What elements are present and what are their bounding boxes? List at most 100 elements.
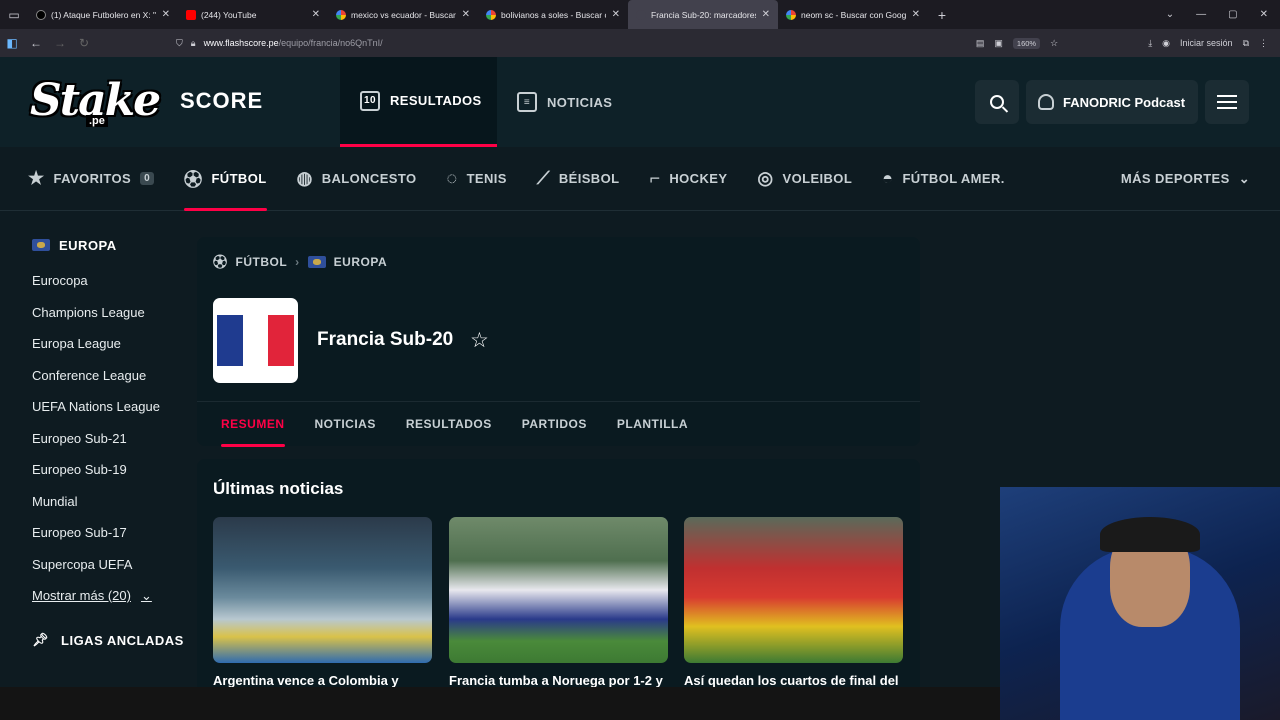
team-tabs: RESUMEN NOTICIAS RESULTADOS PARTIDOS PLA… bbox=[197, 401, 920, 447]
sidebar-item[interactable]: Champions League bbox=[32, 297, 192, 329]
more-menu-icon[interactable]: ⋮ bbox=[1259, 38, 1268, 49]
browser-tab[interactable]: mexico vs ecuador - Buscar con ✕ bbox=[328, 0, 478, 29]
sport-favorites[interactable]: ★ FAVORITOS 0 bbox=[0, 147, 169, 211]
sidebar-item[interactable]: Europeo Sub-17 bbox=[32, 517, 192, 549]
minimize-icon[interactable]: — bbox=[1196, 9, 1206, 20]
hamburger-menu-button[interactable] bbox=[1205, 80, 1249, 124]
new-tab-icon[interactable]: + bbox=[928, 7, 956, 23]
news-heading: Últimas noticias bbox=[213, 479, 344, 498]
user-button[interactable]: FANODRIC Podcast bbox=[1026, 80, 1198, 124]
extensions-icon[interactable]: ⧉ bbox=[1243, 38, 1249, 49]
sidebar-item[interactable]: Supercopa UEFA bbox=[32, 549, 192, 581]
lock-icon[interactable]: 🔒︎ bbox=[191, 38, 196, 49]
tab-fixtures[interactable]: PARTIDOS bbox=[522, 402, 587, 447]
sidebar-item[interactable]: Conference League bbox=[32, 360, 192, 392]
sport-volleyball[interactable]: ◎ VOLEIBOL bbox=[742, 147, 867, 211]
news-card[interactable]: Así quedan los cuartos de final del bbox=[684, 517, 903, 689]
sidebar-item[interactable]: Mundial bbox=[32, 486, 192, 518]
picture-icon[interactable]: ▣ bbox=[994, 38, 1003, 49]
team-logo bbox=[213, 298, 298, 383]
breadcrumb-sport[interactable]: FÚTBOL bbox=[236, 255, 288, 269]
browser-tab[interactable]: neom sc - Buscar con Google ✕ bbox=[778, 0, 928, 29]
europe-flag-icon bbox=[307, 256, 326, 268]
tab-summary[interactable]: RESUMEN bbox=[221, 402, 285, 447]
soccer-ball-icon: ⚽︎ bbox=[184, 169, 203, 190]
reader-view-icon[interactable]: ▤ bbox=[976, 38, 985, 49]
close-tab-icon[interactable]: ✕ bbox=[762, 9, 770, 20]
search-button[interactable] bbox=[975, 80, 1019, 124]
sidebar-item[interactable]: Europeo Sub-19 bbox=[32, 454, 192, 486]
close-window-icon[interactable]: ✕ bbox=[1260, 9, 1268, 20]
sidebar-item[interactable]: Europa League bbox=[32, 328, 192, 360]
close-tab-icon[interactable]: ✕ bbox=[312, 9, 320, 20]
tab-squad[interactable]: PLANTILLA bbox=[617, 402, 688, 447]
tab-results[interactable]: RESULTADOS bbox=[406, 402, 492, 447]
browser-tab[interactable]: bolivianos a soles - Buscar con ✕ bbox=[478, 0, 628, 29]
shield-icon[interactable]: ⛉ bbox=[176, 38, 183, 49]
sidebar-toggle-icon[interactable]: ◧ bbox=[0, 36, 24, 50]
address-bar[interactable]: ⛉ 🔒︎ www.flashscore.pe/equipo/francia/no… bbox=[176, 38, 383, 49]
download-icon[interactable]: ⤓ bbox=[1148, 38, 1152, 49]
reload-icon[interactable]: ↻ bbox=[72, 36, 96, 50]
browser-tab-active[interactable]: Francia Sub-20: marcadores en ✕ bbox=[628, 0, 778, 29]
breadcrumb-region[interactable]: EUROPA bbox=[334, 255, 387, 269]
nav-news[interactable]: ≡ NOTICIAS bbox=[517, 57, 612, 147]
close-tab-icon[interactable]: ✕ bbox=[462, 9, 470, 20]
browser-tab[interactable]: (244) YouTube ✕ bbox=[178, 0, 328, 29]
close-tab-icon[interactable]: ✕ bbox=[162, 9, 170, 20]
tab-list-icon[interactable]: ▭ bbox=[0, 0, 28, 29]
maximize-icon[interactable]: ▢ bbox=[1228, 9, 1237, 20]
tennis-racket-icon: ◌ bbox=[446, 168, 458, 188]
favorite-star-icon[interactable]: ☆ bbox=[470, 328, 489, 353]
browser-tab[interactable]: (1) Ataque Futbolero en X: " ✕ bbox=[28, 0, 178, 29]
zoom-level[interactable]: 160% bbox=[1012, 37, 1041, 49]
sidebar-item[interactable]: Europeo Sub-21 bbox=[32, 423, 192, 455]
chevron-down-icon: ⌄ bbox=[140, 587, 152, 603]
more-sports-dropdown[interactable]: MÁS DEPORTES ⌄ bbox=[1106, 147, 1280, 211]
nav-results[interactable]: 10 RESULTADOS bbox=[340, 57, 497, 147]
google-favicon-icon bbox=[486, 9, 496, 20]
taskbar bbox=[0, 687, 1000, 720]
news-card[interactable]: Francia tumba a Noruega por 1-2 y bbox=[449, 517, 668, 689]
sport-american-football[interactable]: ◓ FÚTBOL AMER. bbox=[867, 147, 1020, 211]
soccer-ball-icon: ⚽︎ bbox=[213, 254, 228, 270]
volleyball-icon: ◎ bbox=[757, 168, 774, 188]
flashscore-page: Stake .pe SCORE 10 RESULTADOS ≡ NOTICIAS… bbox=[0, 57, 1280, 720]
news-image bbox=[449, 517, 668, 663]
account-icon[interactable]: ◉ bbox=[1162, 38, 1170, 49]
google-favicon-icon bbox=[336, 9, 346, 20]
sidebar-item[interactable]: UEFA Nations League bbox=[32, 391, 192, 423]
browser-nav-bar: ◧ ← → ↻ ⛉ 🔒︎ www.flashscore.pe/equipo/fr… bbox=[0, 29, 1280, 57]
news-card[interactable]: Argentina vence a Colombia y bbox=[213, 517, 432, 689]
stake-score-logo[interactable]: Stake .pe SCORE bbox=[30, 71, 262, 131]
signin-link[interactable]: Iniciar sesión bbox=[1180, 38, 1233, 48]
sport-hockey[interactable]: ⌐ HOCKEY bbox=[634, 147, 742, 211]
helmet-icon: ◓ bbox=[882, 168, 894, 188]
sidebar-item[interactable]: Eurocopa bbox=[32, 265, 192, 297]
youtube-favicon-icon bbox=[186, 9, 196, 20]
sport-basketball[interactable]: ◍ BALONCESTO bbox=[282, 147, 432, 211]
forward-icon[interactable]: → bbox=[48, 36, 72, 50]
star-icon: ★ bbox=[28, 168, 45, 188]
flashscore-favicon-icon bbox=[636, 9, 646, 20]
team-header-panel: ⚽︎ FÚTBOL › EUROPA Francia Sub-20 ☆ RESU… bbox=[197, 237, 920, 447]
browser-tab-bar: ▭ (1) Ataque Futbolero en X: " ✕ (244) Y… bbox=[0, 0, 1280, 29]
close-tab-icon[interactable]: ✕ bbox=[612, 9, 620, 20]
hockey-stick-icon: ⌐ bbox=[649, 168, 661, 188]
bookmark-star-icon[interactable]: ☆ bbox=[1050, 38, 1058, 49]
chevron-down-icon[interactable]: ⌄ bbox=[1166, 9, 1174, 20]
sport-baseball[interactable]: ⟋ BÉISBOL bbox=[522, 147, 635, 211]
webcam-overlay bbox=[1000, 487, 1280, 720]
pin-icon: 📌︎ bbox=[32, 632, 50, 647]
sport-tennis[interactable]: ◌ TENIS bbox=[431, 147, 521, 211]
close-tab-icon[interactable]: ✕ bbox=[912, 9, 920, 20]
europe-flag-icon bbox=[32, 239, 50, 251]
chevron-right-icon: › bbox=[295, 255, 300, 269]
left-sidebar: EUROPA Eurocopa Champions League Europa … bbox=[32, 225, 192, 655]
back-icon[interactable]: ← bbox=[24, 36, 48, 50]
show-more-link[interactable]: Mostrar más (20) ⌄ bbox=[32, 580, 192, 611]
tab-news[interactable]: NOTICIAS bbox=[315, 402, 376, 447]
sidebar-region[interactable]: EUROPA bbox=[32, 225, 192, 265]
sports-nav: ★ FAVORITOS 0 ⚽︎ FÚTBOL ◍ BALONCESTO ◌ T… bbox=[0, 147, 1280, 211]
sport-football[interactable]: ⚽︎ FÚTBOL bbox=[169, 147, 282, 211]
